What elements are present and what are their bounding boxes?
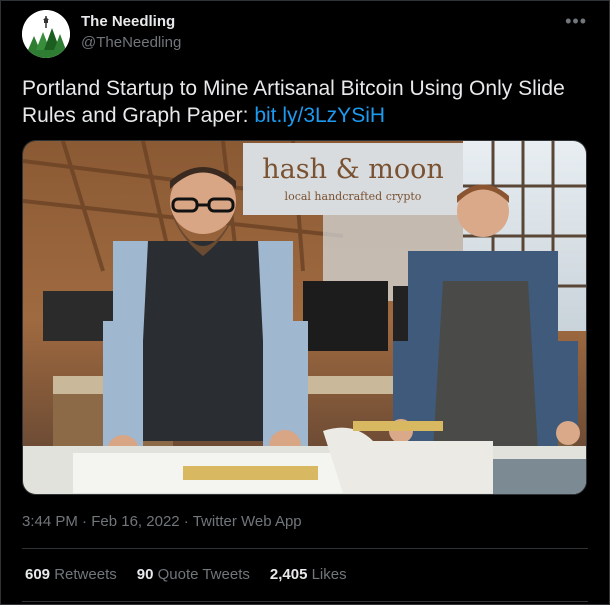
tweet-text: Portland Startup to Mine Artisanal Bitco… (22, 75, 582, 129)
engagement-stats: 609 Retweets 90 Quote Tweets 2,405 Likes (25, 566, 347, 583)
divider-top (22, 548, 588, 549)
avatar[interactable] (22, 10, 70, 58)
likes-stat[interactable]: 2,405 Likes (270, 566, 347, 583)
tweet-source[interactable]: Twitter Web App (193, 513, 302, 530)
retweets-label: Retweets (54, 566, 117, 583)
tweet-time[interactable]: 3:44 PM (22, 513, 78, 530)
meta-separator: · (82, 513, 88, 530)
likes-count: 2,405 (269, 566, 308, 583)
retweets-count: 609 (25, 566, 51, 583)
author-handle[interactable]: @TheNeedling (81, 33, 181, 53)
tree-logo-icon (22, 10, 70, 58)
author-name[interactable]: The Needling (81, 13, 181, 31)
photo-illustration: hash & moon local handcrafted crypto (23, 141, 586, 494)
tweet-media-photo[interactable]: hash & moon local handcrafted crypto (22, 140, 587, 495)
quotes-stat[interactable]: 90 Quote Tweets (137, 566, 250, 583)
tweet-card: The Needling @TheNeedling ••• Portland S… (0, 0, 610, 605)
divider-bottom (22, 601, 588, 602)
sign-title: hash & moon (262, 154, 443, 185)
tweet-link[interactable]: bit.ly/3LzYSiH (254, 104, 385, 127)
tweet-date[interactable]: Feb 16, 2022 (91, 513, 179, 530)
meta-separator-2: · (183, 513, 189, 530)
tweet-meta: 3:44 PM · Feb 16, 2022 · Twitter Web App (22, 513, 302, 530)
quotes-label: Quote Tweets (157, 566, 250, 583)
likes-label: Likes (311, 566, 347, 583)
retweets-stat[interactable]: 609 Retweets (25, 566, 117, 583)
quotes-count: 90 (136, 566, 154, 583)
author-block: The Needling @TheNeedling (81, 13, 181, 53)
sign-subtitle: local handcrafted crypto (285, 190, 422, 203)
more-options-icon[interactable]: ••• (565, 11, 587, 32)
